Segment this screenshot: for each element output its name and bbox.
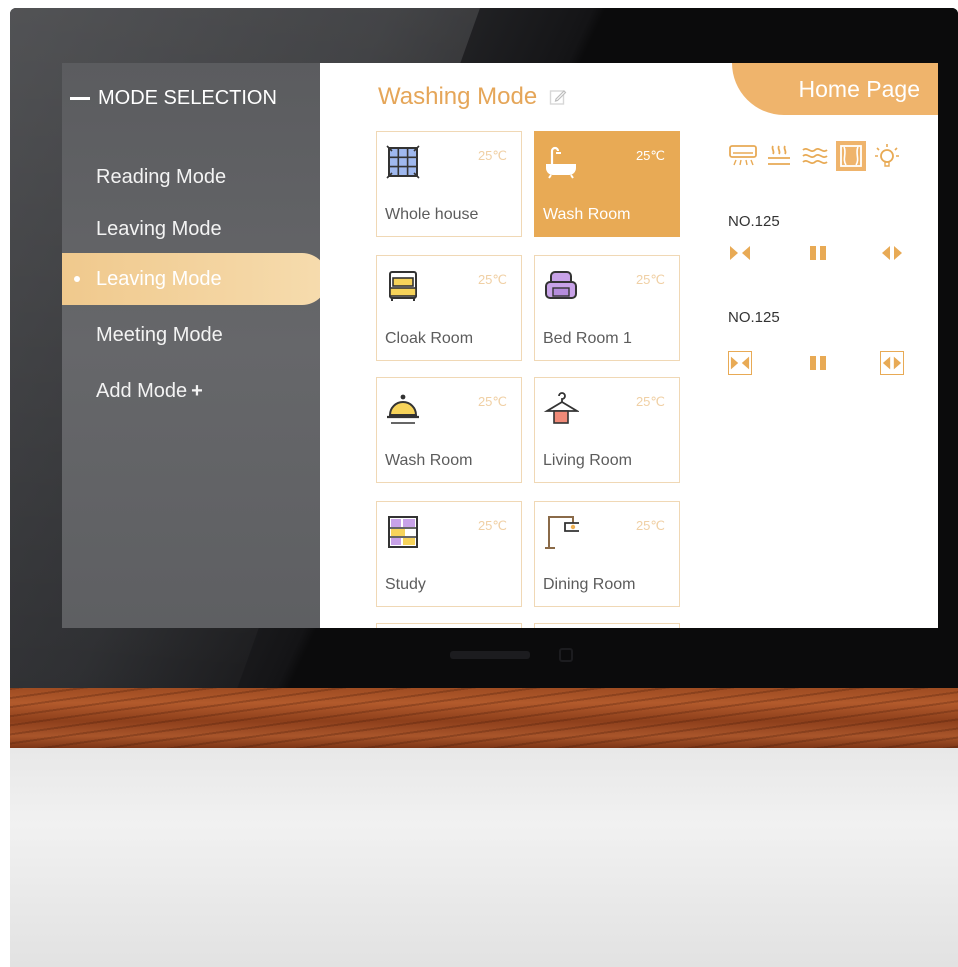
room-name: Living Room bbox=[543, 452, 632, 469]
curtain-label: NO.125 bbox=[728, 213, 780, 230]
wall-base bbox=[10, 748, 958, 967]
curtain-open-button[interactable] bbox=[880, 241, 904, 265]
room-temp: 25℃ bbox=[477, 394, 507, 409]
curtain-pause-button[interactable] bbox=[806, 351, 830, 375]
curtain-pause-button[interactable] bbox=[806, 241, 830, 265]
room-card[interactable]: 25℃ Whole house bbox=[376, 131, 522, 237]
pendant-lamp-icon bbox=[545, 516, 579, 549]
add-mode-button[interactable]: Add Mode + bbox=[62, 365, 328, 417]
curtain-label: NO.125 bbox=[728, 309, 780, 326]
hanger-icon bbox=[543, 392, 579, 424]
room-card[interactable]: 25℃ Cloak Room bbox=[376, 255, 522, 361]
room-name: Whole house bbox=[385, 206, 479, 223]
curtain-close-button[interactable] bbox=[728, 241, 752, 265]
ventilation-icon[interactable] bbox=[800, 141, 830, 171]
mode-item-label: Reading Mode bbox=[96, 165, 227, 188]
bell-cover-icon bbox=[387, 394, 419, 424]
room-temp: 25℃ bbox=[477, 148, 507, 163]
close-curtain-icon bbox=[730, 246, 750, 260]
room-name: Dining Room bbox=[543, 576, 636, 593]
room-name: Bed Room 1 bbox=[543, 330, 632, 347]
bookshelf-icon bbox=[388, 516, 418, 548]
curtain-icon[interactable] bbox=[836, 141, 866, 171]
pause-icon bbox=[810, 356, 826, 370]
room-name: Wash Room bbox=[543, 206, 631, 223]
curtain-open-button[interactable] bbox=[880, 351, 904, 375]
room-name: Study bbox=[385, 576, 426, 593]
open-curtain-icon bbox=[882, 356, 902, 370]
mode-item-label: Meeting Mode bbox=[96, 323, 223, 346]
room-name: Cloak Room bbox=[385, 330, 474, 347]
room-name: Wash Room bbox=[385, 452, 473, 469]
touch-screen: MODE SELECTION Reading Mode Leaving Mode… bbox=[62, 63, 938, 628]
close-curtain-icon bbox=[730, 356, 750, 370]
page-title: Washing Mode bbox=[378, 83, 567, 111]
room-temp: 25℃ bbox=[477, 272, 507, 287]
air-conditioner-icon[interactable] bbox=[728, 141, 758, 171]
room-temp: 25℃ bbox=[477, 518, 507, 533]
home-page-tab[interactable]: Home Page bbox=[732, 63, 938, 115]
pause-icon bbox=[810, 246, 826, 260]
wood-panel bbox=[10, 688, 958, 748]
control-panel-device: MODE SELECTION Reading Mode Leaving Mode… bbox=[10, 8, 958, 693]
mode-item-label: Leaving Mode bbox=[96, 267, 222, 290]
room-temp: 25℃ bbox=[635, 272, 665, 287]
curtain-close-button[interactable] bbox=[728, 351, 752, 375]
add-mode-label: Add Mode bbox=[96, 379, 188, 402]
room-card[interactable]: 25℃ Dining Room bbox=[534, 501, 680, 607]
room-card-partial[interactable] bbox=[376, 623, 522, 628]
room-card[interactable]: 25℃ Living Room bbox=[534, 377, 680, 483]
mode-item-label: Leaving Mode bbox=[96, 217, 222, 240]
mode-selection-label: MODE SELECTION bbox=[98, 87, 277, 109]
room-temp: 25℃ bbox=[635, 394, 665, 409]
home-page-label: Home Page bbox=[798, 75, 920, 102]
bed-icon bbox=[389, 271, 417, 301]
grid-window-icon bbox=[386, 145, 420, 179]
plus-icon: + bbox=[191, 379, 203, 402]
armchair-icon bbox=[545, 271, 577, 299]
mode-item-reading[interactable]: Reading Mode bbox=[62, 151, 328, 203]
room-card-selected[interactable]: 25℃ Wash Room bbox=[534, 131, 680, 237]
mode-title: Washing Mode bbox=[378, 83, 538, 110]
open-curtain-icon bbox=[882, 246, 902, 260]
room-card-partial[interactable] bbox=[534, 623, 680, 628]
mode-sidebar: MODE SELECTION Reading Mode Leaving Mode… bbox=[62, 63, 328, 628]
main-panel: Washing Mode Home Page 25℃ Whole house 2… bbox=[320, 63, 938, 628]
light-bulb-icon[interactable] bbox=[872, 141, 902, 171]
active-dot-icon bbox=[74, 276, 80, 282]
floor-heating-icon[interactable] bbox=[764, 141, 794, 171]
room-card[interactable]: 25℃ Wash Room bbox=[376, 377, 522, 483]
mode-item-leaving[interactable]: Leaving Mode bbox=[62, 203, 328, 255]
room-temp: 25℃ bbox=[635, 148, 665, 163]
room-temp: 25℃ bbox=[635, 518, 665, 533]
dash-icon bbox=[70, 97, 90, 100]
brand-mark bbox=[450, 646, 580, 667]
mode-selection-header: MODE SELECTION bbox=[70, 87, 277, 110]
edit-icon[interactable] bbox=[549, 88, 567, 106]
room-card[interactable]: 25℃ Bed Room 1 bbox=[534, 255, 680, 361]
bathtub-icon bbox=[546, 146, 576, 179]
mode-item-leaving-active[interactable]: Leaving Mode bbox=[62, 253, 328, 305]
mode-item-meeting[interactable]: Meeting Mode bbox=[62, 309, 328, 361]
room-card[interactable]: 25℃ Study bbox=[376, 501, 522, 607]
device-icon-bar bbox=[728, 141, 902, 171]
